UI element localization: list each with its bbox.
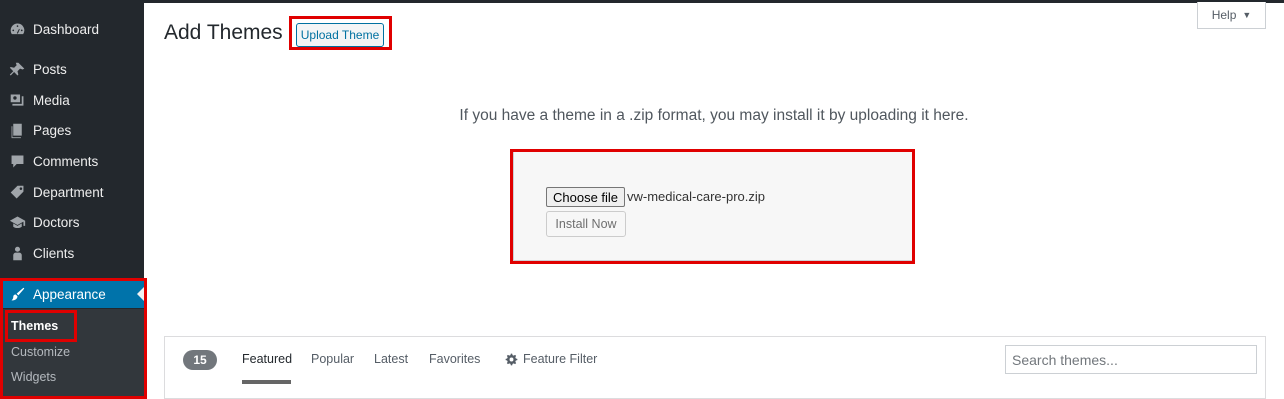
appearance-submenu: Themes Customize Widgets [0,309,144,399]
media-icon [7,90,27,110]
admin-sidebar: Dashboard Posts Media Pages Comments Dep… [0,0,144,399]
graduation-cap-icon [7,212,27,232]
gear-icon [505,353,518,365]
page-title: Add Themes [164,21,283,44]
tab-favorites[interactable]: Favorites [429,352,480,366]
main-content: Add Themes Upload Theme Help ▼ If you ha… [144,2,1284,399]
sidebar-item-pages[interactable]: Pages [0,115,144,145]
sidebar-item-appearance[interactable]: Appearance [0,280,144,308]
person-icon [7,243,27,263]
current-tab-indicator [242,380,291,384]
sidebar-item-label: Appearance [33,286,106,302]
sidebar-item-dashboard[interactable]: Dashboard [0,14,144,44]
sidebar-item-label: Pages [33,122,72,138]
pin-icon [7,59,27,79]
sidebar-item-clients[interactable]: Clients [0,238,144,268]
dashboard-icon [7,19,27,39]
install-now-button[interactable]: Install Now [546,211,626,237]
tab-featured[interactable]: Featured [242,352,292,366]
sidebar-item-doctors[interactable]: Doctors [0,207,144,237]
comment-icon [7,151,27,171]
pages-icon [7,120,27,140]
sidebar-item-comments[interactable]: Comments [0,146,144,176]
sidebar-item-label: Posts [33,61,67,77]
submenu-item-widgets[interactable]: Widgets [11,370,56,384]
sidebar-item-department[interactable]: Department [0,177,144,207]
paintbrush-icon [7,284,27,304]
upload-description: If you have a theme in a .zip format, yo… [459,107,969,124]
submenu-item-themes[interactable]: Themes [11,319,58,333]
tab-popular[interactable]: Popular [311,352,354,366]
tag-icon [7,182,27,202]
search-themes-input[interactable] [1005,345,1257,374]
sidebar-item-posts[interactable]: Posts [0,54,144,84]
sidebar-item-label: Comments [33,153,99,169]
help-label: Help [1211,8,1237,22]
theme-filter-bar: 15 Featured Popular Latest Favorites Fea… [164,336,1266,399]
sidebar-item-label: Doctors [33,214,80,230]
sidebar-item-label: Department [33,184,104,200]
submenu-item-customize[interactable]: Customize [11,345,70,359]
theme-count-badge: 15 [183,350,217,370]
selected-file-name: vw-medical-care-pro.zip [627,189,765,204]
active-menu-arrow [137,287,144,301]
sidebar-item-media[interactable]: Media [0,85,144,115]
feature-filter-button[interactable]: Feature Filter [505,352,597,366]
feature-filter-label: Feature Filter [523,352,598,366]
sidebar-item-label: Dashboard [33,21,100,37]
sidebar-item-label: Media [33,92,70,108]
sidebar-item-label: Clients [33,245,75,261]
tab-latest[interactable]: Latest [374,352,408,366]
caret-down-icon: ▼ [1242,10,1252,20]
choose-file-button[interactable]: Choose file [546,187,626,207]
help-button[interactable]: Help ▼ [1197,2,1266,29]
upload-theme-button[interactable]: Upload Theme [296,23,384,47]
upload-form: Choose file vw-medical-care-pro.zip Inst… [513,151,913,261]
